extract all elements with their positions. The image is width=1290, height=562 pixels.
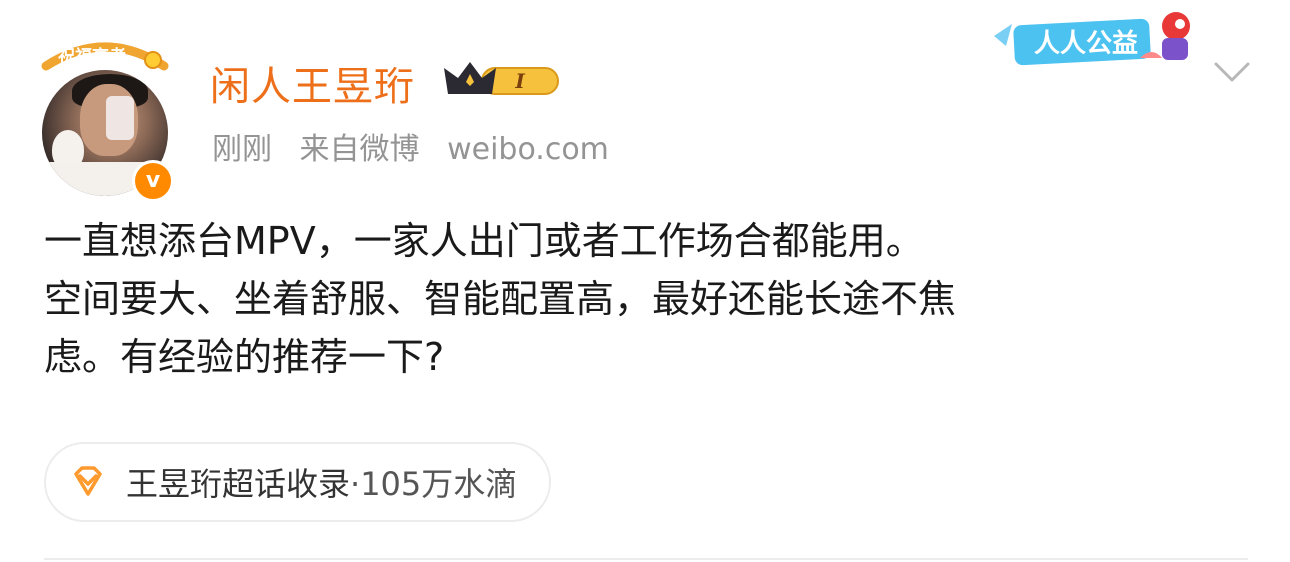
vip-crown-icon[interactable]: I [442,58,562,102]
divider [44,558,1248,560]
weibo-post-card: 祝福高考 v 闲人王昱珩 I 刚刚 来自微博 weibo.com 人人公益 一直… [0,0,1290,562]
supertopic-diamond-icon [74,466,102,496]
post-content: 一直想添台MPV，一家人出门或者工作场合都能用。 空间要大、坐着舒服、智能配置高… [44,212,1244,386]
username[interactable]: 闲人王昱珩 [210,54,415,112]
post-domain: weibo.com [447,132,609,167]
chevron-down-icon[interactable] [1212,56,1252,88]
content-line: 虑。有经验的推荐一下? [44,335,445,379]
charity-icon[interactable]: 人人公益 [990,6,1204,66]
content-line: 空间要大、坐着舒服、智能配置高，最好还能长途不焦 [44,277,957,321]
supertopic-label: 王昱珩超话收录 [126,465,351,503]
post-time: 刚刚 [212,132,272,167]
exam-badge-text: 祝福高考 [58,46,126,67]
post-source: 来自微博 [299,132,420,167]
post-meta: 刚刚 来自微博 weibo.com [212,124,627,168]
exam-blessing-icon: 祝福高考 [40,40,170,73]
charity-label: 人人公益 [1034,29,1138,59]
content-line: 一直想添台MPV，一家人出门或者工作场合都能用。 [44,219,924,263]
supertopic-chip[interactable]: 王昱珩超话收录 ·105万水滴 [44,442,552,522]
supertopic-stat: ·105万水滴 [350,465,518,503]
verified-icon: v [132,160,174,202]
avatar-container[interactable]: 祝福高考 v [40,40,174,202]
vip-level: I [514,69,525,93]
